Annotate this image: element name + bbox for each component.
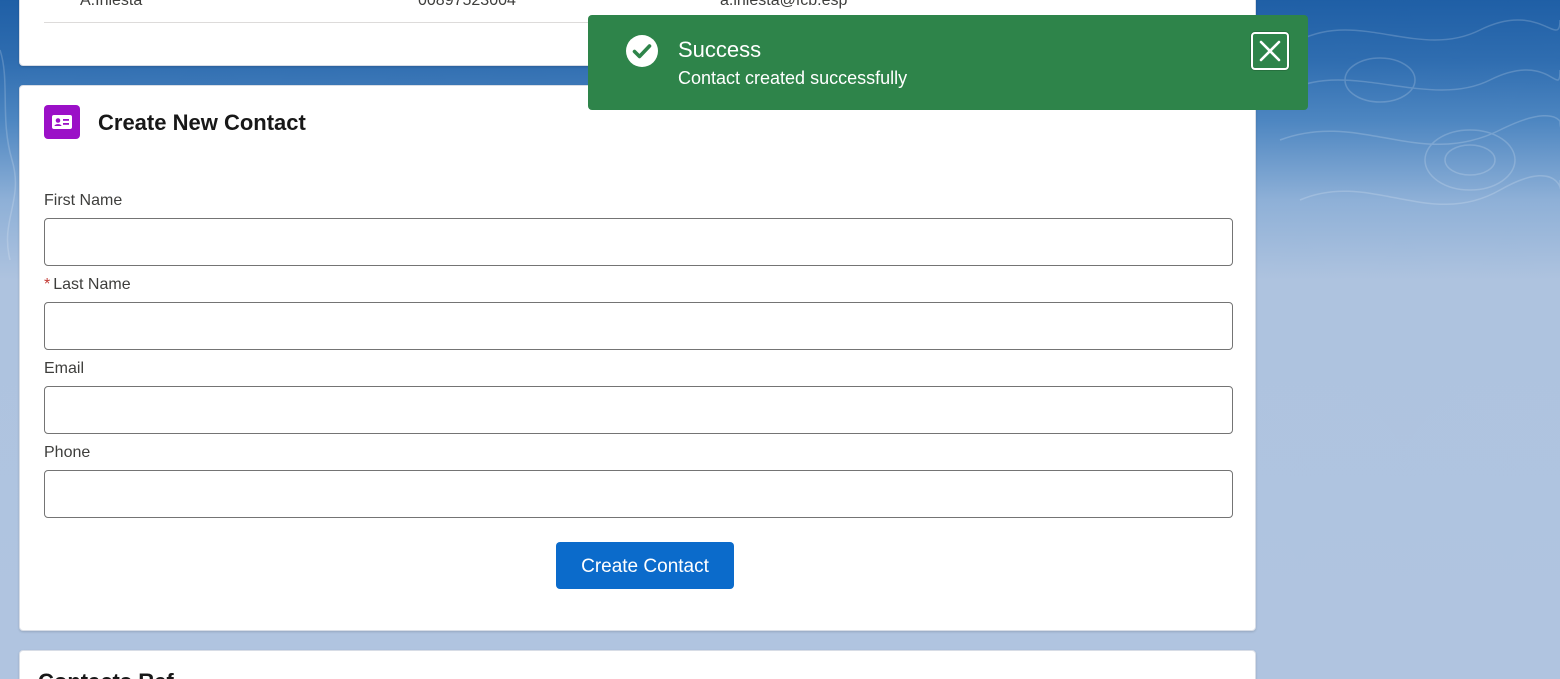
required-marker: * — [44, 276, 51, 293]
contact-phone-cell: 00897523004 — [418, 0, 516, 9]
email-field[interactable] — [44, 386, 1233, 434]
contacts-ref-card: Contacts Ref — [19, 650, 1256, 679]
contact-name-cell: A.Iniesta — [80, 0, 143, 9]
phone-label: Phone — [44, 444, 91, 461]
contacts-ref-title: Contacts Ref — [38, 669, 174, 679]
card-title: Create New Contact — [98, 110, 306, 135]
create-contact-button[interactable]: Create Contact — [556, 542, 734, 589]
contact-card-icon — [44, 105, 80, 139]
last-name-field[interactable] — [44, 302, 1233, 350]
last-name-label: * Last Name — [44, 276, 131, 294]
toast-title: Success — [678, 37, 762, 62]
phone-field[interactable] — [44, 470, 1233, 518]
toast-close-button[interactable] — [1251, 32, 1289, 70]
create-contact-card: Create New Contact First Name * Last Name… — [19, 85, 1256, 631]
success-check-icon — [626, 35, 658, 67]
last-name-label-text: Last Name — [53, 276, 131, 293]
toast-message: Contact created successfully — [678, 68, 908, 88]
email-label: Email — [44, 360, 85, 377]
success-toast: Success Contact created successfully — [588, 15, 1308, 110]
close-icon — [1259, 40, 1281, 62]
first-name-field[interactable] — [44, 218, 1233, 266]
contact-email-cell: a.iniesta@fcb.esp — [720, 0, 848, 9]
first-name-label: First Name — [44, 192, 123, 209]
